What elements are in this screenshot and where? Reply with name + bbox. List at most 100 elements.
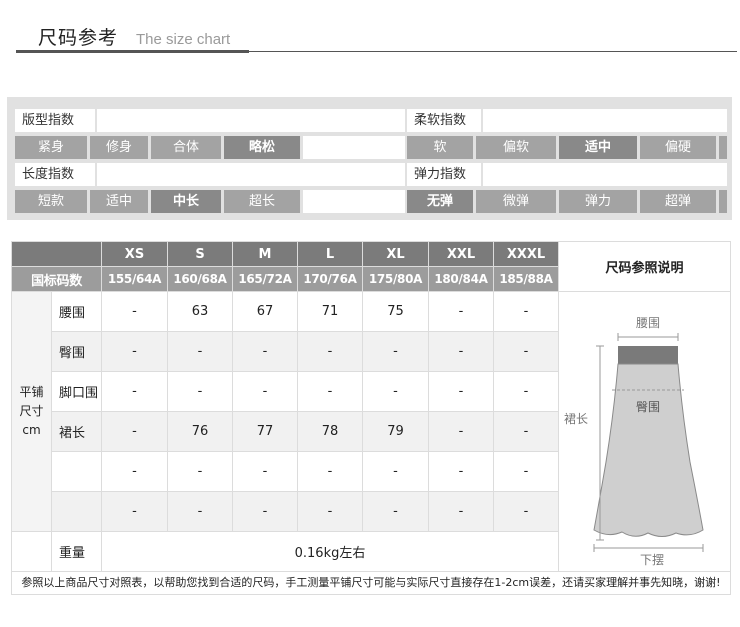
table-cell: - (493, 291, 559, 332)
row-label-empty (51, 451, 102, 492)
cn-size-xs: 155/64A (101, 266, 168, 292)
table-cell: - (493, 371, 559, 412)
table-cell: - (362, 451, 429, 492)
table-cell: - (101, 491, 168, 532)
header-underline (16, 50, 249, 53)
cn-size-xxl: 180/84A (428, 266, 494, 292)
softness-option-stiff: 偏硬 (640, 136, 716, 159)
diagram-label-hem: 下摆 (639, 553, 663, 567)
measurement-note: 参照以上商品尺寸对照表，以帮助您找到合适的尺码，手工测量平铺尺寸可能与实际尺寸直… (11, 571, 731, 595)
flat-measure-line-1: 平铺 (19, 385, 44, 399)
table-cell: - (101, 291, 168, 332)
table-cell: - (362, 331, 429, 372)
index-row-options-2: 短款 适中 中长 超长 无弹 微弹 弹力 超弹 (15, 190, 727, 213)
table-cell: - (493, 451, 559, 492)
table-cell: - (167, 491, 233, 532)
stretch-option-edge (719, 190, 727, 213)
table-cell: - (493, 331, 559, 372)
table-cell: - (428, 491, 494, 532)
length-option-extra-long: 超长 (224, 190, 300, 213)
size-header-corner (11, 241, 102, 267)
length-index-label: 长度指数 (15, 163, 95, 186)
stretch-option-none: 无弹 (407, 190, 473, 213)
table-cell: - (101, 331, 168, 372)
table-cell: - (101, 411, 168, 452)
section-title: 尺码参考 (38, 27, 119, 49)
softness-index-spacer (483, 109, 727, 132)
table-cell: - (167, 331, 233, 372)
length-option-mid-long: 中长 (151, 190, 221, 213)
cn-size-xxxl: 185/88A (493, 266, 559, 292)
diagram-label-length: 裙长 (563, 412, 587, 426)
row-label-hem: 脚口围 (51, 371, 102, 412)
table-cell: - (297, 331, 363, 372)
diagram-label-hip: 臀围 (635, 400, 659, 414)
table-cell: 75 (362, 291, 429, 332)
weight-value: 0.16kg左右 (101, 531, 559, 572)
note-row: 参照以上商品尺寸对照表，以帮助您找到合适的尺码，手工测量平铺尺寸可能与实际尺寸直… (11, 571, 731, 595)
softness-index-label: 柔软指数 (407, 109, 481, 132)
cn-size-xl: 175/80A (362, 266, 429, 292)
section-header: 尺码参考 The size chart (0, 0, 740, 60)
length-option-short: 短款 (15, 190, 87, 213)
table-cell: - (232, 331, 298, 372)
row-label-weight: 重量 (51, 531, 102, 572)
cn-size-l: 170/76A (297, 266, 363, 292)
table-cell: - (297, 491, 363, 532)
table-cell: - (428, 371, 494, 412)
size-header-l: L (297, 241, 363, 267)
fit-index-label: 版型指数 (15, 109, 95, 132)
table-cell: - (232, 371, 298, 412)
size-chart-table: XS S M L XL XXL XXXL 尺码参照说明 国标码数 155/64A… (11, 241, 731, 595)
fit-option-tight: 紧身 (15, 136, 87, 159)
flat-measure-label: 平铺 尺寸 cm (11, 291, 52, 532)
table-cell: 71 (297, 291, 363, 332)
flat-measure-line-3: cm (22, 423, 41, 437)
table-cell: - (101, 371, 168, 412)
table-cell: - (493, 491, 559, 532)
size-header-xs: XS (101, 241, 168, 267)
size-header-row: XS S M L XL XXL XXXL 尺码参照说明 (11, 241, 731, 292)
flat-measure-line-2: 尺寸 (19, 404, 44, 418)
fit-options-spacer (303, 136, 405, 159)
cn-size-m: 165/72A (232, 266, 298, 292)
table-cell: - (232, 491, 298, 532)
table-cell: - (297, 371, 363, 412)
softness-option-soft: 软 (407, 136, 473, 159)
softness-option-slightly-soft: 偏软 (476, 136, 556, 159)
table-cell: - (297, 451, 363, 492)
table-cell: - (362, 491, 429, 532)
skirt-waistband-shape (617, 346, 678, 364)
table-cell: 78 (297, 411, 363, 452)
stretch-option-super: 超弹 (640, 190, 716, 213)
index-row-labels-1: 版型指数 柔软指数 (15, 109, 727, 132)
stretch-index-label: 弹力指数 (407, 163, 481, 186)
fit-option-regular: 合体 (151, 136, 221, 159)
row-label-length: 裙长 (51, 411, 102, 452)
table-cell: - (167, 451, 233, 492)
table-row: 平铺 尺寸 cm 腰围 - 63 67 71 75 - - 腰围 臀围 裙长 下… (11, 291, 731, 572)
softness-option-medium: 适中 (559, 136, 637, 159)
index-row-options-1: 紧身 修身 合体 略松 软 偏软 适中 偏硬 (15, 136, 727, 159)
table-cell: 76 (167, 411, 233, 452)
table-cell: - (428, 451, 494, 492)
stretch-option-slight: 微弹 (476, 190, 556, 213)
stretch-option-stretch: 弹力 (559, 190, 637, 213)
section-subtitle: The size chart (136, 31, 231, 48)
size-header-xl: XL (362, 241, 429, 267)
table-cell: 77 (232, 411, 298, 452)
table-cell: 67 (232, 291, 298, 332)
table-cell: - (493, 411, 559, 452)
cn-size-label: 国标码数 (11, 266, 102, 292)
length-options-spacer (303, 190, 405, 213)
fit-index-spacer (97, 109, 405, 132)
weight-row-spacer (11, 531, 52, 572)
skirt-diagram-cell: 腰围 臀围 裙长 下摆 (558, 291, 731, 572)
table-cell: - (101, 451, 168, 492)
table-cell: - (428, 411, 494, 452)
length-option-medium: 适中 (90, 190, 148, 213)
row-label-empty (51, 491, 102, 532)
size-header-xxxl: XXXL (493, 241, 559, 267)
table-cell: - (362, 371, 429, 412)
garment-index-panel: 版型指数 柔软指数 紧身 修身 合体 略松 软 偏软 适中 偏硬 长度指数 弹力… (7, 97, 732, 220)
